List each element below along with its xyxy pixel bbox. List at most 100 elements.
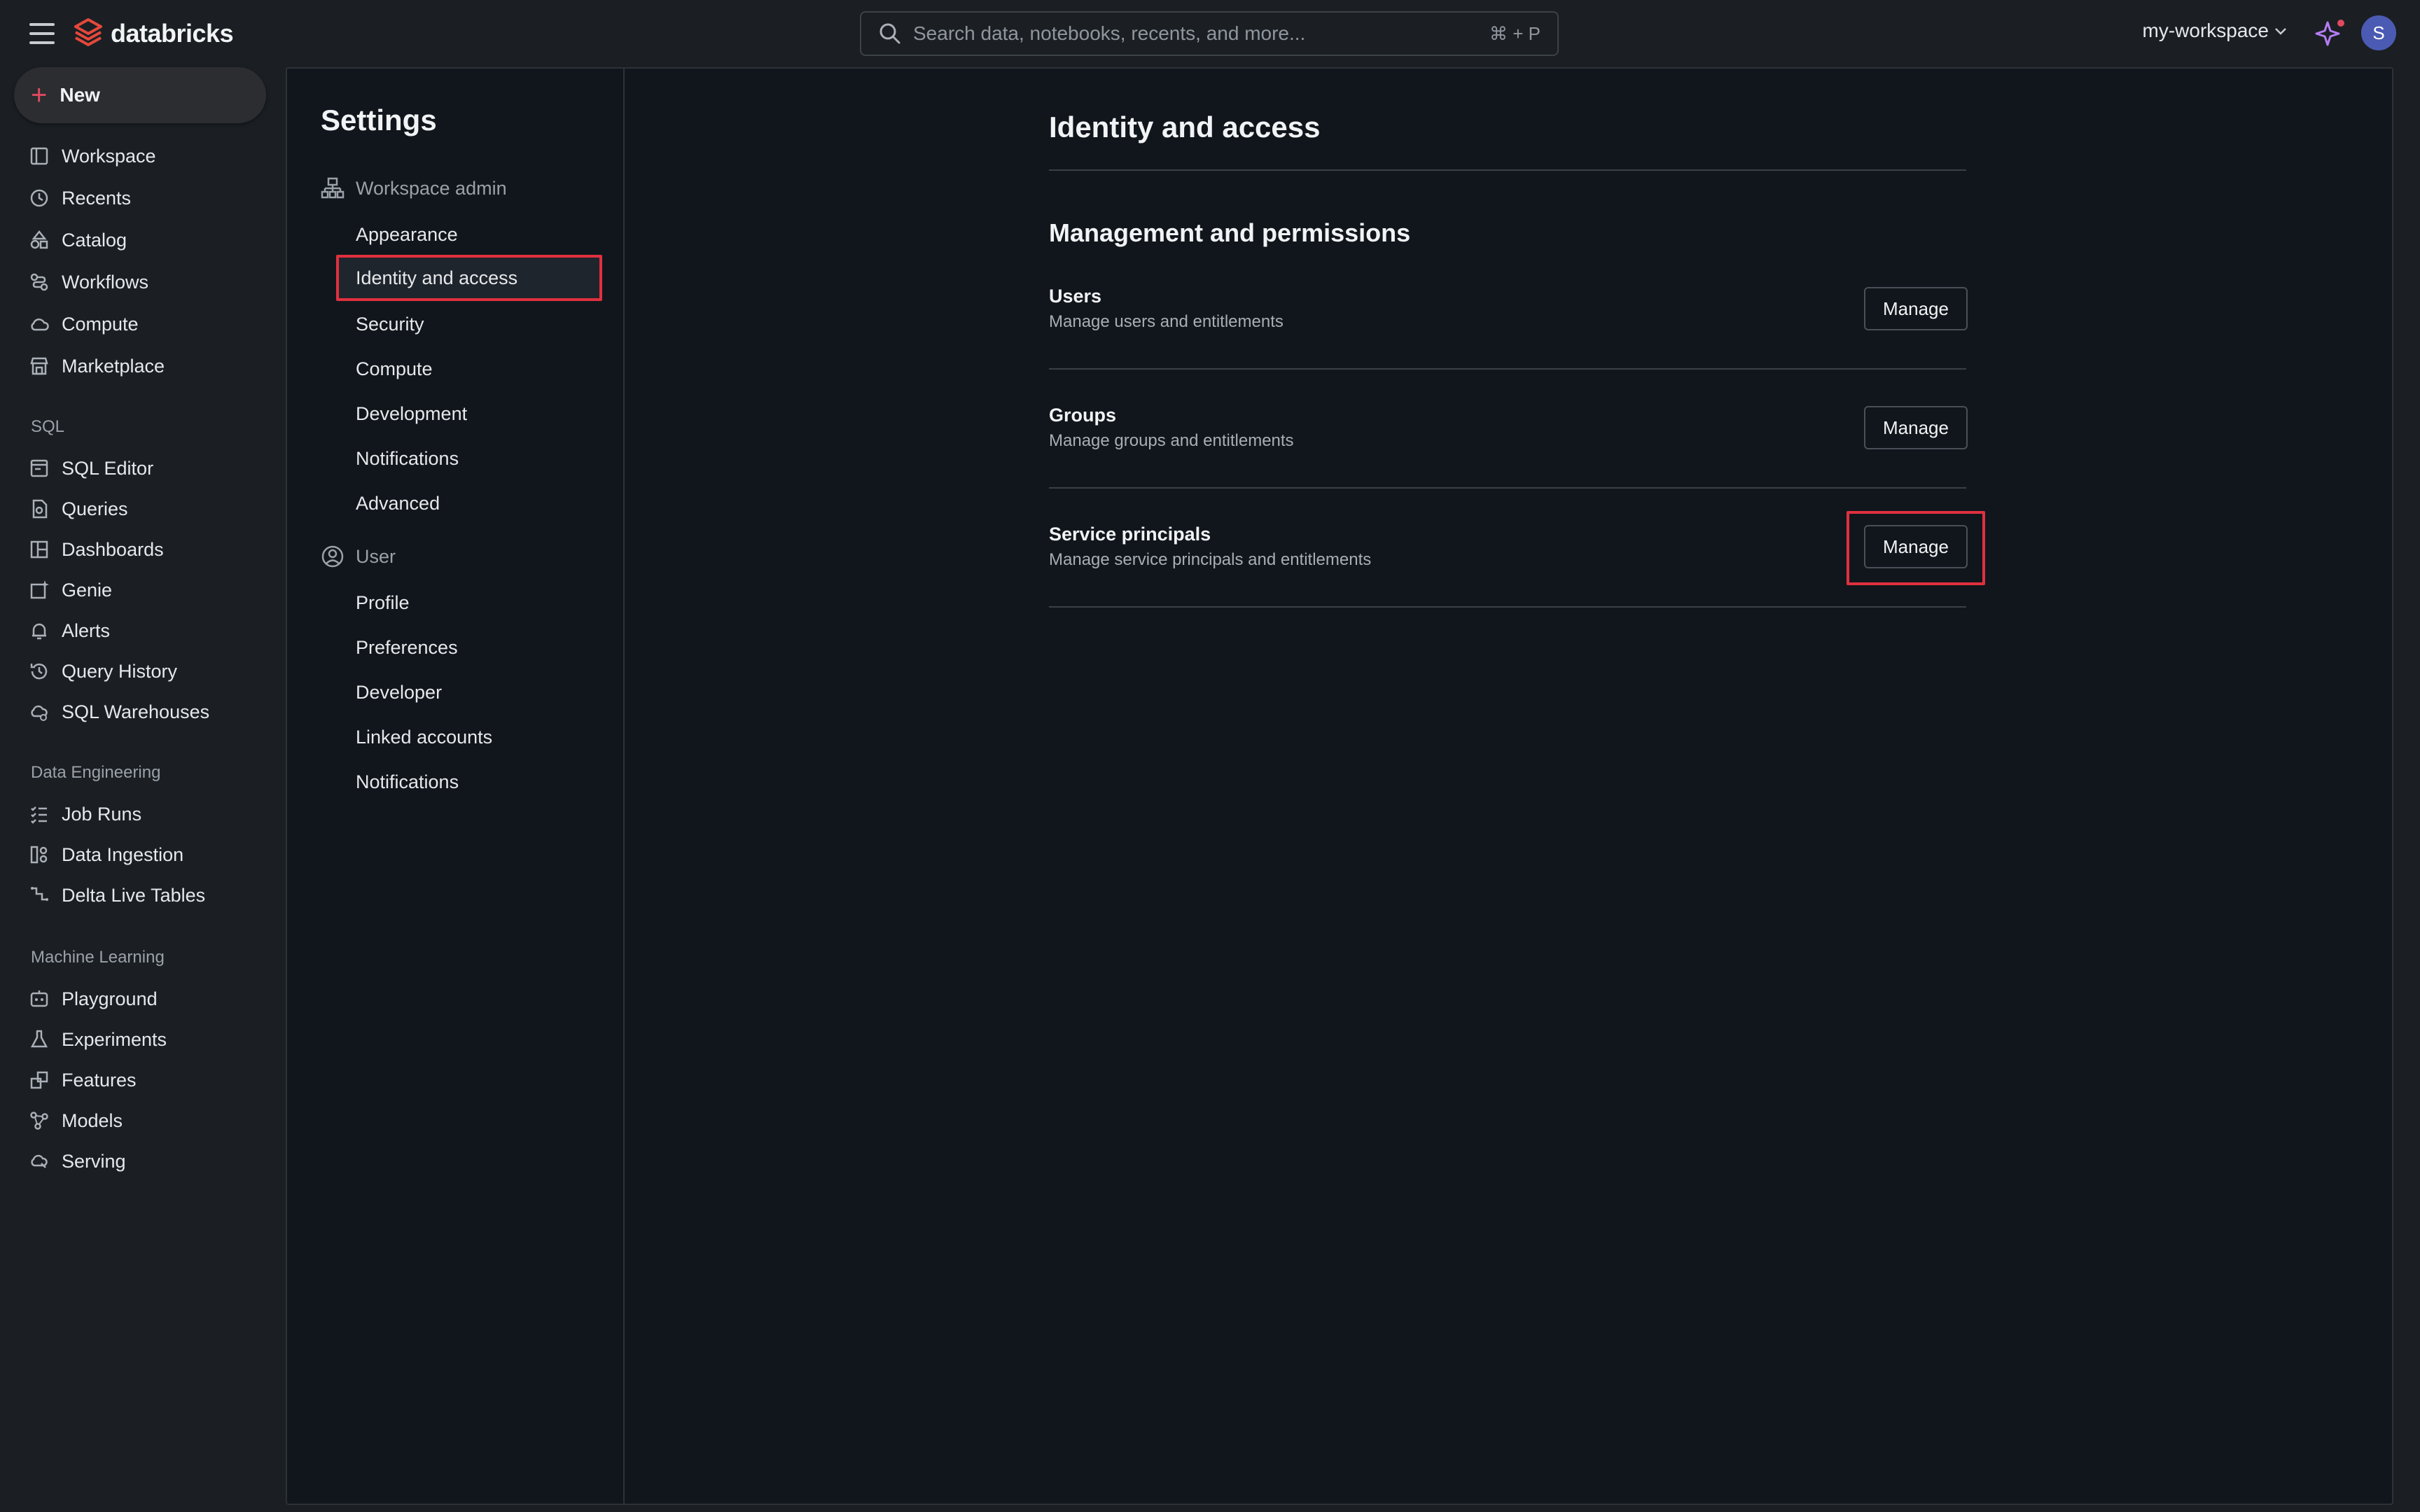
workspace-admin-icon xyxy=(321,177,345,199)
workspace-switcher[interactable]: my-workspace xyxy=(2143,20,2288,42)
notification-dot xyxy=(2337,20,2344,27)
settings-panel: Settings Workspace admin Appearance Iden… xyxy=(286,67,2393,1505)
divider xyxy=(1049,487,1966,489)
avatar[interactable]: S xyxy=(2361,15,2396,50)
manage-groups-button[interactable]: Manage xyxy=(1864,406,1968,449)
sidebar-item-experiments[interactable]: Experiments xyxy=(28,1022,167,1057)
settings-item-compute[interactable]: Compute xyxy=(356,358,433,380)
settings-item-advanced[interactable]: Advanced xyxy=(356,493,440,514)
divider xyxy=(1049,169,1966,171)
sidebar: + New Workspace Recents Catalog Workflow… xyxy=(0,67,280,1512)
sidebar-item-queries[interactable]: Queries xyxy=(28,491,128,526)
sidebar-item-label: SQL Warehouses xyxy=(62,701,210,722)
sidebar-item-label: Features xyxy=(62,1069,137,1091)
history-icon xyxy=(30,663,48,680)
search-placeholder: Search data, notebooks, recents, and mor… xyxy=(913,22,1306,44)
divider xyxy=(1049,368,1966,370)
sidebar-item-playground[interactable]: Playground xyxy=(28,981,158,1016)
search-icon xyxy=(879,23,900,44)
flask-icon xyxy=(30,1030,48,1048)
workspace-admin-label: Workspace admin xyxy=(356,177,507,199)
new-button[interactable]: + New xyxy=(14,67,266,123)
sidebar-item-models[interactable]: Models xyxy=(28,1103,123,1138)
sidebar-item-query-history[interactable]: Query History xyxy=(28,654,177,689)
sidebar-item-label: Workspace xyxy=(62,145,156,167)
sidebar-item-sql-warehouses[interactable]: SQL Warehouses xyxy=(28,694,209,729)
groups-description: Manage groups and entitlements xyxy=(1049,431,1294,450)
sidebar-item-dashboards[interactable]: Dashboards xyxy=(28,532,164,567)
job-runs-icon xyxy=(31,806,47,824)
sidebar-item-label: Dashboards xyxy=(62,538,164,560)
settings-item-development[interactable]: Development xyxy=(356,403,467,425)
models-icon xyxy=(30,1112,48,1130)
pipeline-icon xyxy=(31,887,48,901)
brand-name: databricks xyxy=(111,19,234,48)
sidebar-item-data-ingestion[interactable]: Data Ingestion xyxy=(28,837,183,872)
workspace-admin-group: Workspace admin xyxy=(321,176,507,200)
manage-users-button[interactable]: Manage xyxy=(1864,287,1968,330)
plus-icon: + xyxy=(31,80,48,111)
settings-item-developer[interactable]: Developer xyxy=(356,682,442,704)
menu-icon[interactable] xyxy=(29,23,55,44)
user-label: User xyxy=(356,545,396,567)
settings-nav: Settings Workspace admin Appearance Iden… xyxy=(287,69,625,1504)
settings-item-linked-accounts[interactable]: Linked accounts xyxy=(356,727,492,748)
sidebar-item-label: Alerts xyxy=(62,620,111,641)
settings-item-identity-and-access[interactable]: Identity and access xyxy=(336,255,602,301)
groups-title: Groups xyxy=(1049,405,1117,426)
serving-icon xyxy=(31,1154,48,1168)
settings-item-profile[interactable]: Profile xyxy=(356,592,410,614)
ingestion-icon xyxy=(30,846,48,864)
sidebar-item-catalog[interactable]: Catalog xyxy=(28,223,127,258)
service-principals-description: Manage service principals and entitlemen… xyxy=(1049,550,1372,569)
sidebar-item-label: Recents xyxy=(62,187,132,209)
features-icon xyxy=(30,1071,48,1089)
settings-item-user-notifications[interactable]: Notifications xyxy=(356,771,459,793)
sidebar-item-label: Genie xyxy=(62,579,113,601)
cloud-icon xyxy=(31,318,49,331)
sidebar-item-label: Experiments xyxy=(62,1028,167,1050)
sidebar-item-sql-editor[interactable]: SQL Editor xyxy=(28,451,153,486)
bell-icon xyxy=(32,623,46,640)
divider xyxy=(1049,606,1966,608)
sidebar-item-label: Workflows xyxy=(62,271,149,293)
user-group: User xyxy=(321,545,396,568)
section-machine-learning: Machine Learning xyxy=(31,948,165,967)
dashboard-icon xyxy=(30,540,48,559)
catalog-icon xyxy=(30,230,48,249)
assistant-sparkle-icon[interactable] xyxy=(2314,18,2344,49)
sidebar-item-workspace[interactable]: Workspace xyxy=(28,139,156,174)
sidebar-item-label: Queries xyxy=(62,498,128,519)
sidebar-item-label: SQL Editor xyxy=(62,457,154,479)
sidebar-item-label: Models xyxy=(62,1110,123,1131)
workspace-icon xyxy=(30,147,48,165)
settings-item-notifications[interactable]: Notifications xyxy=(356,448,459,470)
sidebar-item-delta-live-tables[interactable]: Delta Live Tables xyxy=(28,878,205,913)
chevron-down-icon xyxy=(2275,28,2286,35)
page-title: Identity and access xyxy=(1049,111,1321,144)
settings-item-security[interactable]: Security xyxy=(356,314,424,335)
new-label: New xyxy=(60,84,100,106)
section-data-engineering: Data Engineering xyxy=(31,763,161,782)
sidebar-item-serving[interactable]: Serving xyxy=(28,1144,126,1179)
sidebar-item-compute[interactable]: Compute xyxy=(28,307,139,342)
sidebar-item-job-runs[interactable]: Job Runs xyxy=(28,797,141,832)
sidebar-item-label: Compute xyxy=(62,313,139,335)
search-input[interactable]: Search data, notebooks, recents, and mor… xyxy=(860,11,1559,56)
warehouse-icon xyxy=(31,705,48,721)
sidebar-item-alerts[interactable]: Alerts xyxy=(28,613,110,648)
settings-item-appearance[interactable]: Appearance xyxy=(356,224,458,246)
sidebar-item-label: Delta Live Tables xyxy=(62,884,206,906)
sidebar-item-features[interactable]: Features xyxy=(28,1063,137,1098)
sidebar-item-genie[interactable]: Genie xyxy=(28,573,112,608)
workflows-icon xyxy=(30,273,48,291)
databricks-logo[interactable]: databricks xyxy=(74,17,234,50)
settings-item-preferences[interactable]: Preferences xyxy=(356,637,458,659)
sidebar-item-recents[interactable]: Recents xyxy=(28,181,131,216)
databricks-logo-icon xyxy=(74,18,102,47)
highlight-box xyxy=(1847,511,1985,585)
sidebar-item-marketplace[interactable]: Marketplace xyxy=(28,349,165,384)
sidebar-item-workflows[interactable]: Workflows xyxy=(28,265,148,300)
clock-icon xyxy=(30,189,48,207)
settings-title: Settings xyxy=(321,104,437,136)
